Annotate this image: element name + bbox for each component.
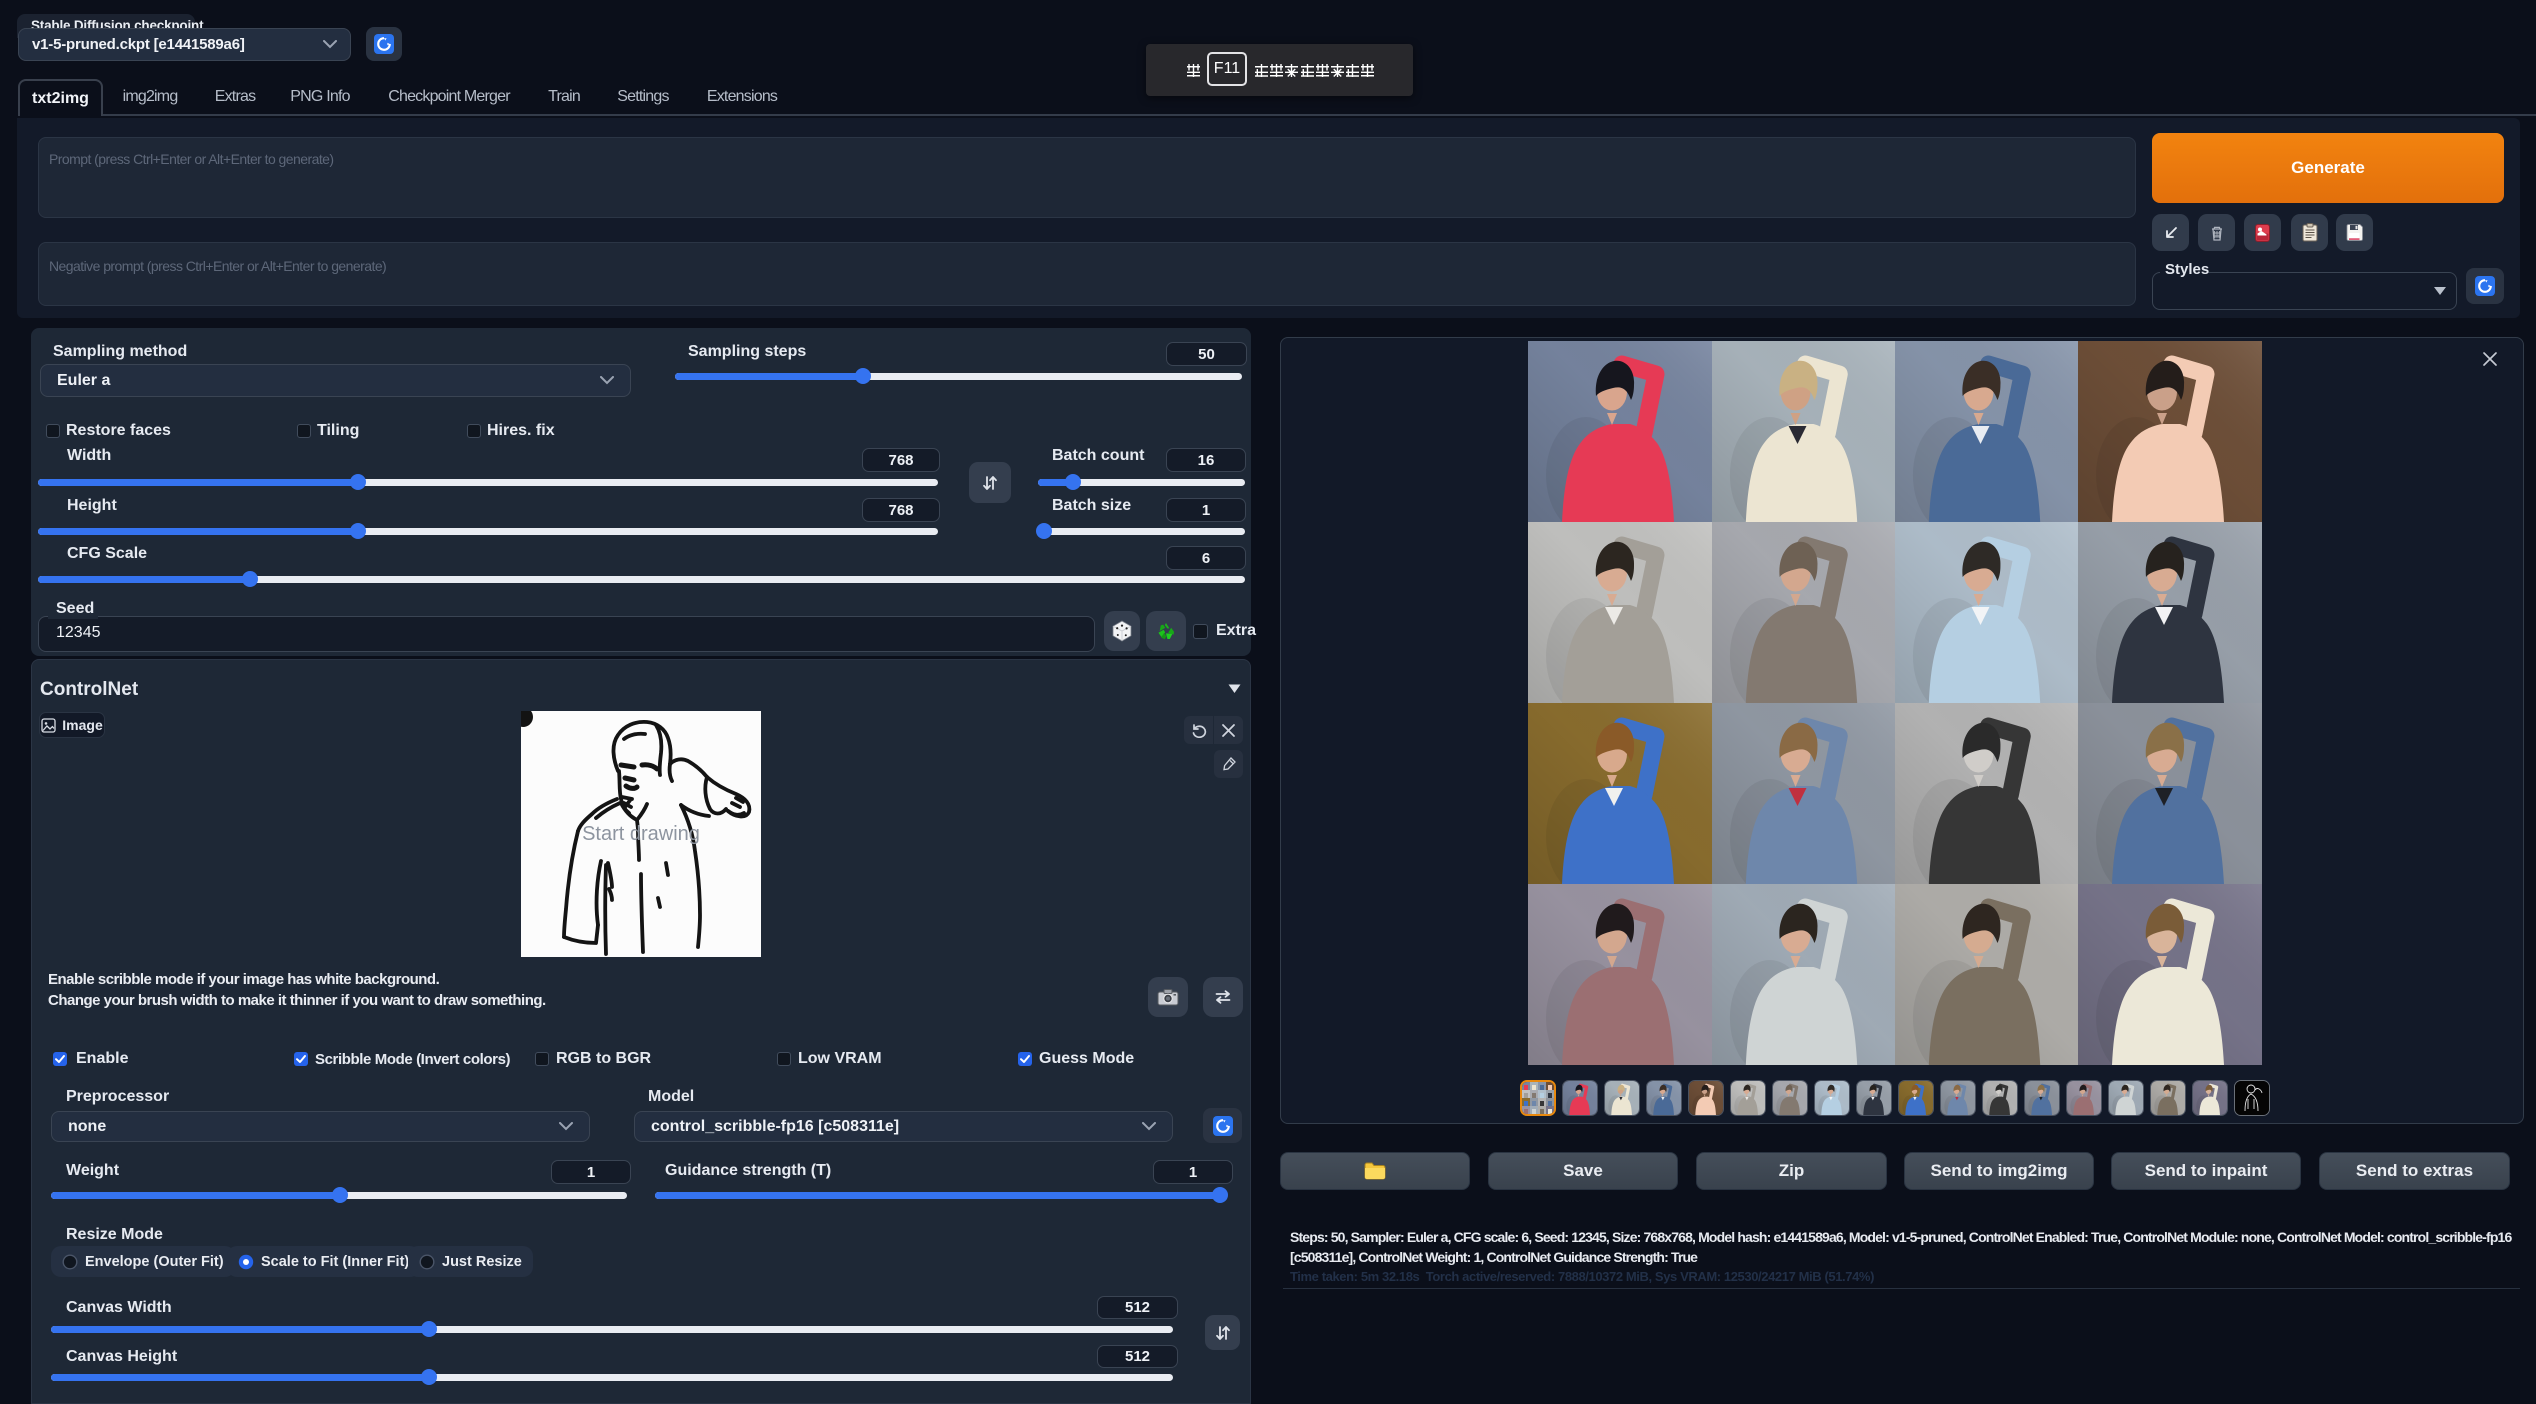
- svg-text:Start drawing: Start drawing: [582, 823, 700, 845]
